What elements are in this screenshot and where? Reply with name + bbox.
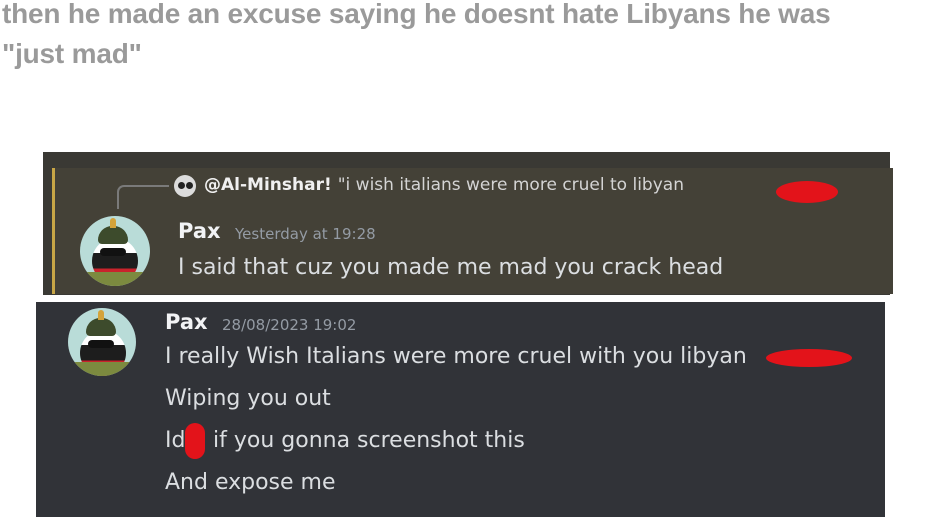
caption-line-2: "just mad" <box>2 38 142 69</box>
timestamp-1: Yesterday at 19:28 <box>235 225 376 243</box>
redaction-mark-1 <box>776 181 838 203</box>
reply-avatar-eye-right <box>186 182 193 189</box>
message-2-line-2: Wiping you out <box>165 386 331 411</box>
message-2-line-1: I really Wish Italians were more cruel w… <box>165 344 747 369</box>
avatar-spike <box>98 310 104 320</box>
message-2-line-3b: if you gonna screenshot this <box>213 428 525 453</box>
avatar-ground <box>80 272 150 286</box>
reply-connector <box>117 185 169 209</box>
screenshot-two <box>36 302 885 517</box>
avatar-eyes <box>88 340 114 348</box>
avatar-helmet <box>86 318 116 336</box>
caption-line-1: then he made an excuse saying he doesnt … <box>2 0 831 29</box>
reply-avatar-eye-left <box>178 182 185 189</box>
author-name-1[interactable]: Pax <box>178 219 221 243</box>
caption: then he made an excuse saying he doesnt … <box>2 0 932 74</box>
reply-quote: "i wish italians were more cruel to liby… <box>337 175 684 195</box>
reply-preview[interactable]: @Al-Minshar! "i wish italians were more c… <box>204 175 684 195</box>
avatar-pax-1[interactable] <box>80 216 150 286</box>
author-name-2[interactable]: Pax <box>165 310 208 334</box>
avatar-eyes <box>100 248 126 256</box>
timestamp-2: 28/08/2023 19:02 <box>222 316 357 334</box>
avatar-spike <box>110 218 116 228</box>
reply-avatar[interactable] <box>174 175 196 197</box>
redaction-mark-3 <box>185 423 205 459</box>
redaction-mark-2 <box>766 349 852 367</box>
reply-mention[interactable]: @Al-Minshar! <box>204 175 332 195</box>
avatar-helmet <box>98 226 128 244</box>
avatar-ground <box>68 362 136 376</box>
avatar-pax-2[interactable] <box>68 308 136 376</box>
message-1: I said that cuz you made me mad you crac… <box>178 255 724 280</box>
message-2-line-3a: Id <box>165 428 186 453</box>
message-2-line-4: And expose me <box>165 470 336 495</box>
